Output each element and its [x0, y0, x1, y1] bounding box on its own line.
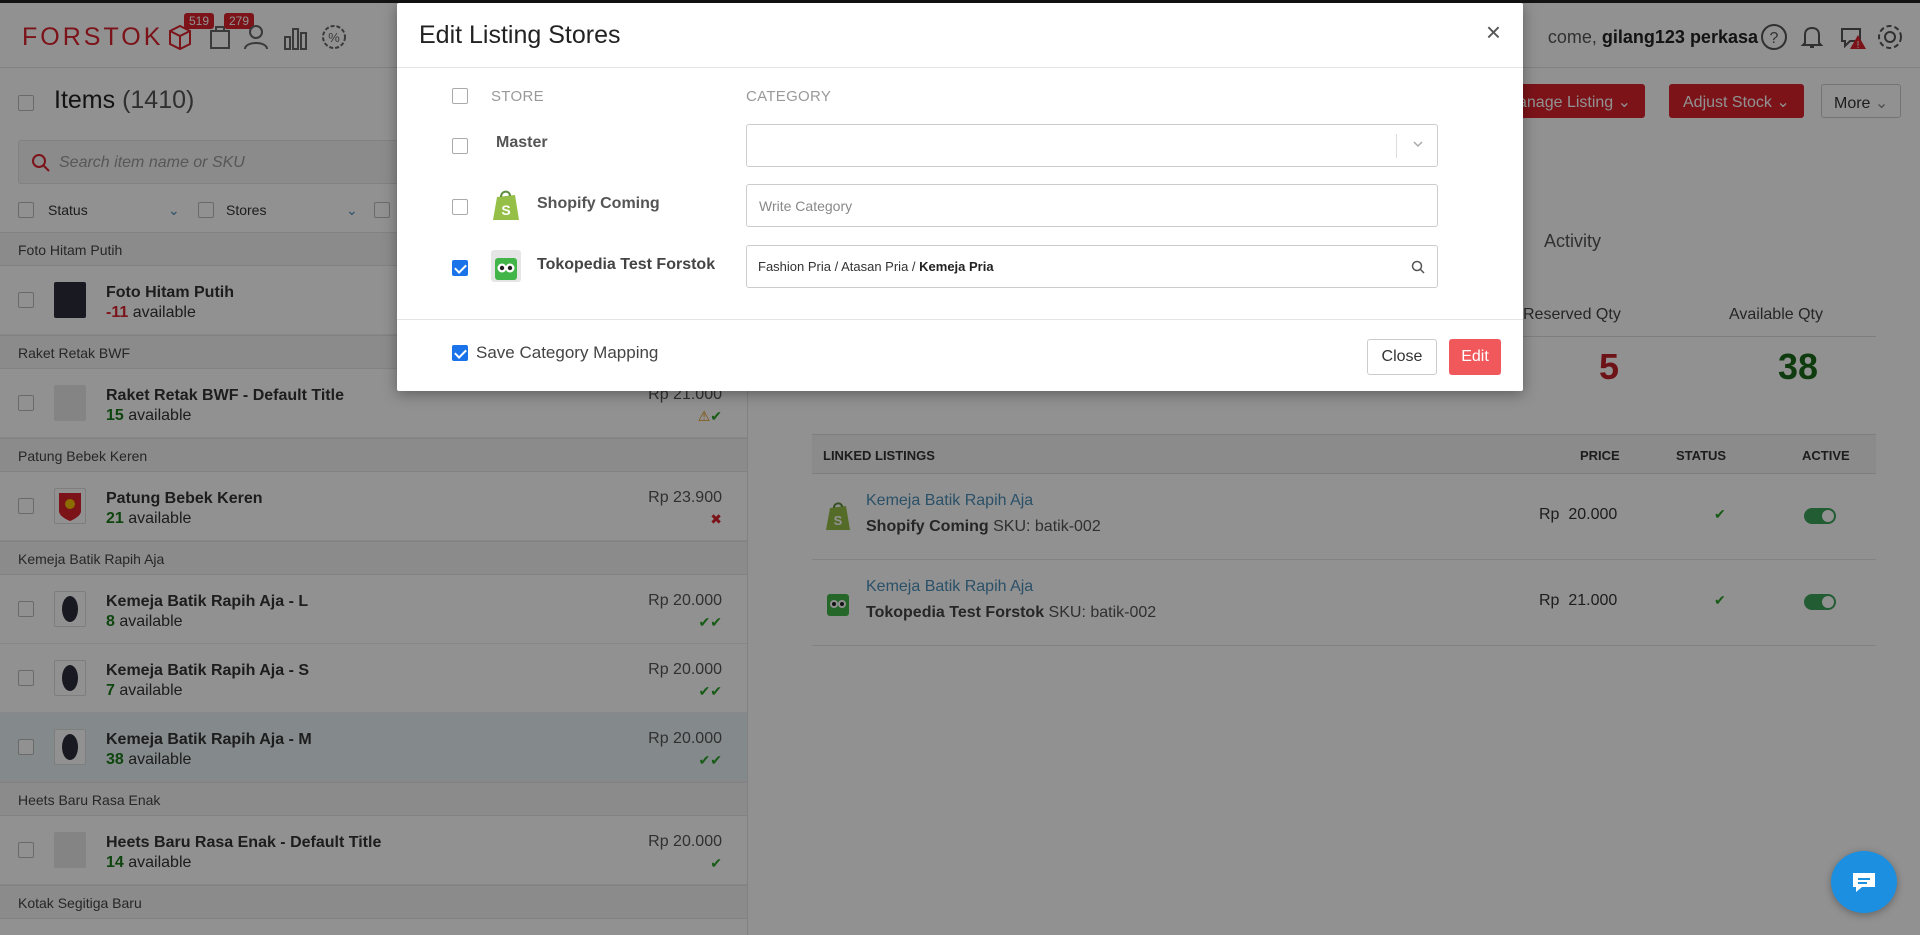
- close-button[interactable]: Close: [1367, 339, 1437, 375]
- close-icon[interactable]: ×: [1486, 19, 1501, 45]
- search-icon[interactable]: [1411, 260, 1425, 274]
- chat-icon: [1853, 873, 1875, 892]
- category-leaf: Kemeja Pria: [919, 259, 994, 274]
- shopify-icon: S: [493, 190, 519, 220]
- category-value: Fashion Pria / Atasan Pria / Kemeja Pria: [758, 259, 994, 274]
- svg-text:S: S: [501, 202, 510, 218]
- chevron-down-icon: [1413, 141, 1423, 148]
- store-checkbox-tokopedia[interactable]: [452, 260, 468, 276]
- col-category: CATEGORY: [746, 88, 832, 105]
- edit-button[interactable]: Edit: [1449, 339, 1501, 375]
- tokopedia-category-input[interactable]: Fashion Pria / Atasan Pria / Kemeja Pria: [746, 245, 1438, 288]
- modal-divider: [397, 319, 1523, 320]
- chat-support-button[interactable]: [1831, 851, 1897, 913]
- master-category-select[interactable]: [746, 124, 1438, 167]
- tokopedia-icon: [491, 250, 521, 282]
- store-name-tokopedia: Tokopedia Test Forstok: [537, 256, 716, 273]
- select-divider: [1396, 134, 1397, 158]
- store-checkbox-master[interactable]: [452, 138, 468, 154]
- col-store: STORE: [491, 88, 544, 105]
- modal-title: Edit Listing Stores: [419, 21, 621, 49]
- store-name-shopify: Shopify Coming: [537, 195, 660, 212]
- category-path: Fashion Pria / Atasan Pria /: [758, 259, 920, 274]
- select-all-stores-checkbox[interactable]: [452, 88, 468, 104]
- store-checkbox-shopify[interactable]: [452, 199, 468, 215]
- save-category-mapping-label[interactable]: Save Category Mapping: [476, 343, 658, 363]
- category-placeholder: Write Category: [759, 198, 853, 214]
- store-name-master: Master: [496, 134, 548, 151]
- modal-divider: [397, 67, 1523, 68]
- save-category-mapping-checkbox[interactable]: [452, 345, 468, 361]
- edit-listing-stores-modal: Edit Listing Stores × STORE CATEGORY Mas…: [397, 3, 1523, 391]
- shopify-category-input[interactable]: Write Category: [746, 184, 1438, 227]
